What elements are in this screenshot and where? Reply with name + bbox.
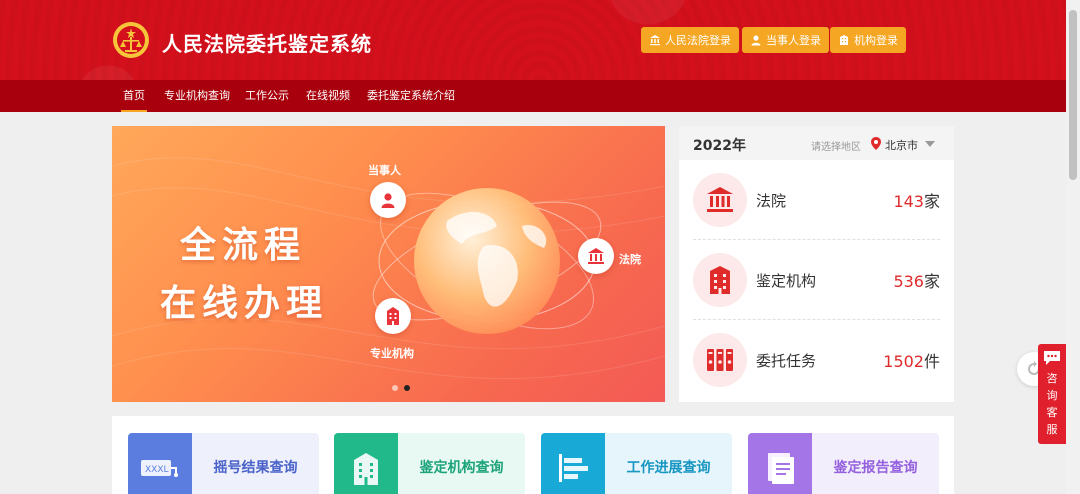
office-building-icon (693, 253, 747, 307)
building-icon (334, 433, 398, 494)
region-select-label: 请选择地区 (811, 142, 861, 153)
file-binders-icon (693, 333, 747, 387)
header: 人民法院委托鉴定系统 人民法院登录 当事人登录 机构登录 (0, 0, 1080, 80)
banner-party-label: 当事人 (368, 164, 401, 177)
party-login-button[interactable]: 当事人登录 (742, 27, 829, 53)
main-nav: 首页 专业机构查询 工作公示 在线视频 委托鉴定系统介绍 (0, 80, 1080, 112)
banner-headline-line1: 全流程 (180, 225, 307, 266)
stat-value-task: 1502件 (883, 352, 940, 371)
stat-row-agency: 鉴定机构 536家 (693, 240, 940, 320)
city-selector[interactable]: 北京市 (885, 137, 918, 153)
banner-court-label: 法院 (619, 253, 641, 266)
agency-query-card[interactable]: 鉴定机构查询 (334, 433, 525, 494)
lottery-result-query-card[interactable]: XXXL 摇号结果查询 (128, 433, 319, 494)
court-building-icon (578, 238, 614, 274)
nav-item-home[interactable]: 首页 (121, 80, 147, 112)
agency-query-label: 鉴定机构查询 (419, 460, 504, 476)
person-icon (751, 35, 761, 46)
agency-login-label: 机构登录 (854, 34, 898, 47)
statistics-header: 2022年 请选择地区 北京市 (679, 126, 954, 160)
site-title: 人民法院委托鉴定系统 (162, 32, 372, 56)
location-pin-icon (871, 137, 881, 150)
scrollbar-thumb[interactable] (1069, 10, 1077, 180)
stat-value-agency: 536家 (893, 272, 940, 291)
lottery-icon: XXXL (128, 433, 192, 494)
nav-item-agency-search[interactable]: 专业机构查询 (164, 80, 230, 112)
party-person-icon (370, 182, 406, 218)
report-query-card[interactable]: 鉴定报告查询 (748, 433, 939, 494)
statistics-panel: 2022年 请选择地区 北京市 法院 143家 鉴定机构 536家 委托任务 1… (679, 126, 954, 402)
court-login-label: 人民法院登录 (665, 34, 731, 47)
stat-row-court: 法院 143家 (693, 160, 940, 240)
consult-label: 咨询客服 (1046, 372, 1058, 436)
court-icon (650, 35, 660, 46)
progress-query-card[interactable]: 工作进展查询 (541, 433, 732, 494)
party-login-label: 当事人登录 (766, 34, 821, 47)
nav-item-public-notice[interactable]: 工作公示 (245, 80, 289, 112)
report-query-label: 鉴定报告查询 (833, 460, 918, 476)
stat-value-court: 143家 (893, 192, 940, 211)
statistics-year: 2022年 (693, 138, 746, 154)
lottery-result-query-label: 摇号结果查询 (213, 460, 298, 476)
building-icon (840, 35, 848, 45)
online-consult-button[interactable]: 咨询客服 (1038, 344, 1066, 444)
carousel-dot-2[interactable] (404, 385, 410, 391)
nav-item-system-intro[interactable]: 委托鉴定系统介绍 (367, 80, 455, 112)
caret-down-icon[interactable] (925, 141, 935, 147)
report-icon (748, 433, 812, 494)
progress-icon (541, 433, 605, 494)
court-icon (693, 173, 747, 227)
stat-label-agency: 鉴定机构 (756, 272, 817, 290)
stat-row-task: 委托任务 1502件 (693, 320, 940, 400)
nav-item-online-video[interactable]: 在线视频 (306, 80, 350, 112)
progress-query-label: 工作进展查询 (626, 460, 711, 476)
chat-bubble-icon (1044, 351, 1060, 365)
banner-carousel[interactable]: 全流程 在线办理 当事人 法院 专业机构 (112, 126, 665, 402)
court-emblem-icon (113, 22, 149, 58)
agency-login-button[interactable]: 机构登录 (830, 27, 906, 53)
agency-tower-icon (375, 298, 411, 334)
carousel-dot-1[interactable] (392, 385, 398, 391)
stat-label-court: 法院 (756, 192, 787, 210)
banner-agency-label: 专业机构 (370, 347, 414, 360)
stat-label-task: 委托任务 (756, 352, 817, 370)
page-scrollbar[interactable] (1066, 0, 1080, 494)
court-login-button[interactable]: 人民法院登录 (641, 27, 739, 53)
quick-links-panel: XXXL 摇号结果查询 鉴定机构查询 工作进展查询 鉴定报告查询 (112, 416, 954, 494)
svg-text:XXXL: XXXL (145, 465, 169, 475)
banner-headline-line2: 在线办理 (160, 283, 329, 324)
